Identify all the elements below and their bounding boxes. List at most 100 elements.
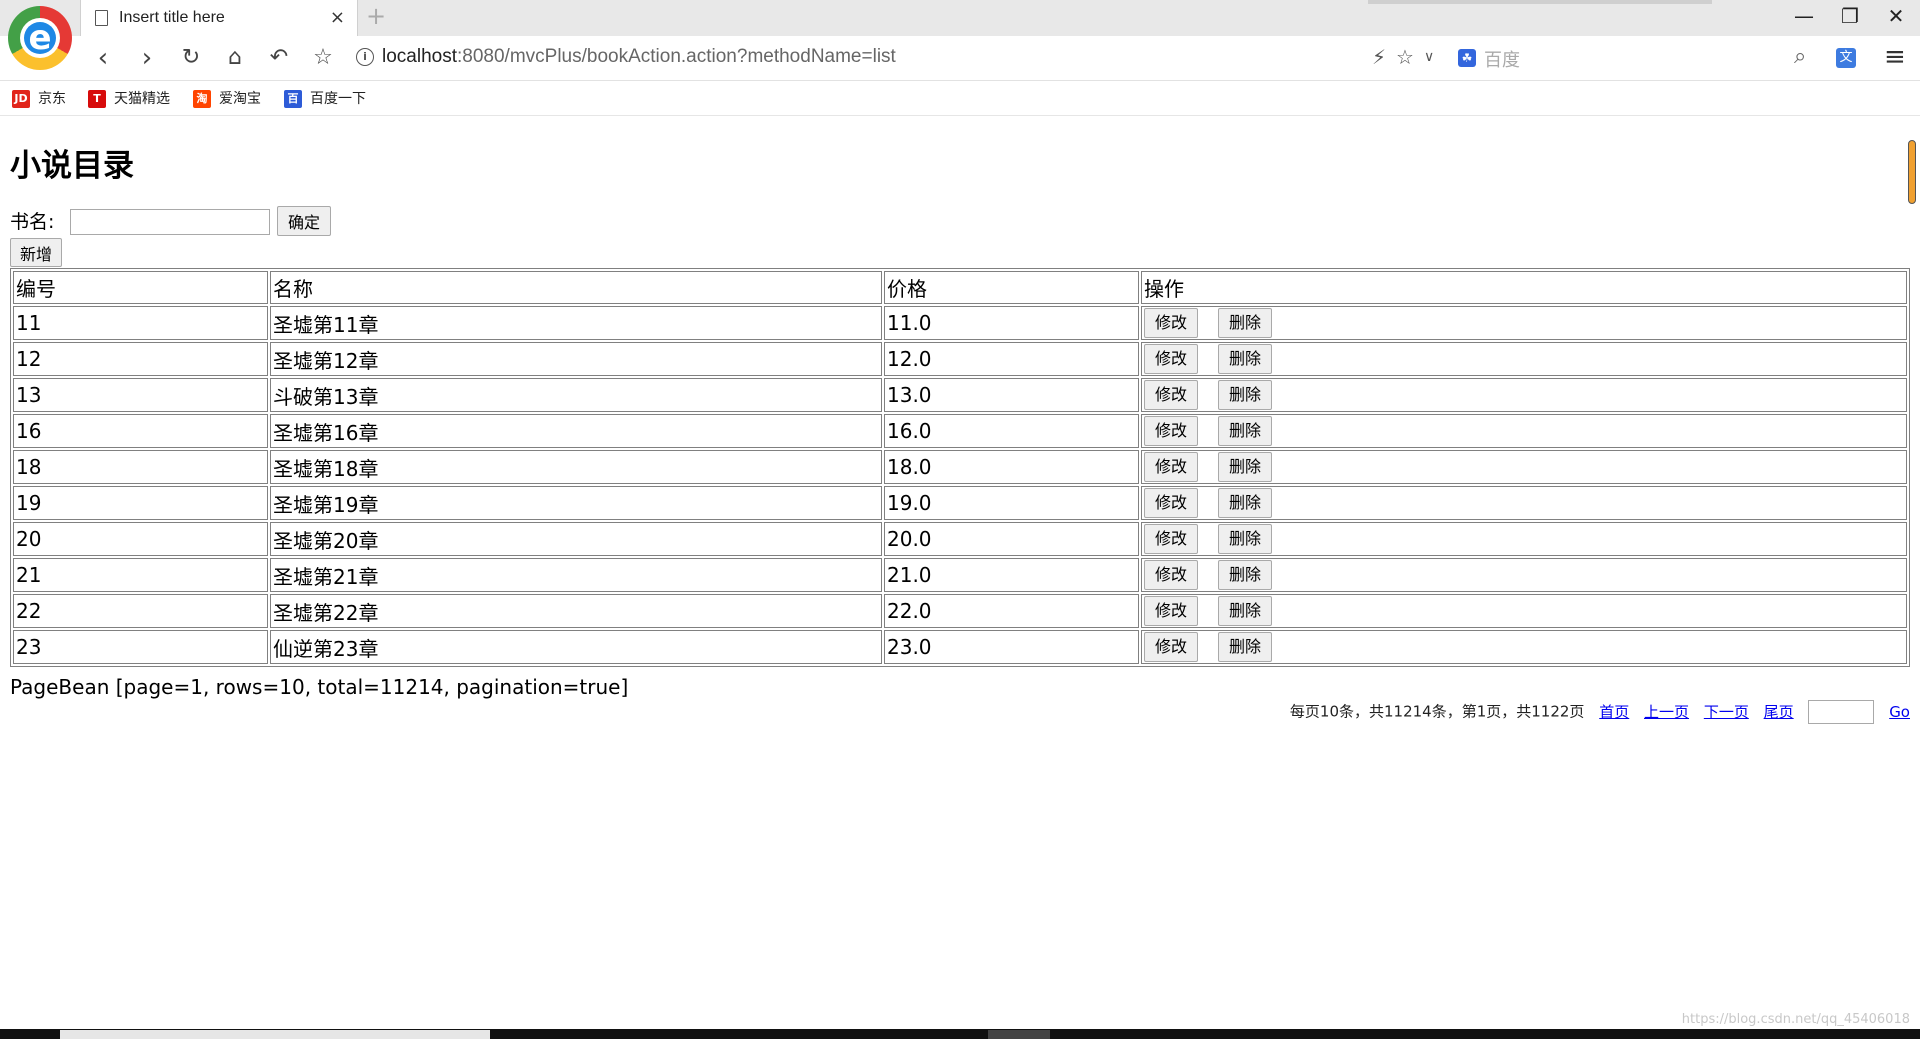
cell-id: 13 (13, 378, 268, 412)
bookmark-star-icon[interactable]: ☆ (1396, 45, 1414, 69)
edit-button[interactable]: 修改 (1144, 560, 1199, 590)
edit-button[interactable]: 修改 (1144, 524, 1199, 554)
pagination-summary: 每页10条，共11214条，第1页，共1122页 (1289, 702, 1585, 721)
chevron-down-icon[interactable]: ∨ (1424, 49, 1434, 65)
cell-actions: 修改 删除 (1141, 414, 1907, 448)
page-number-input[interactable] (1808, 700, 1875, 724)
navigation-bar: ‹ › ↻ ⌂ ↶ ☆ i localhost:8080/mvcPlus/boo… (0, 36, 1920, 81)
translate-icon[interactable]: 文 (1836, 48, 1856, 68)
reload-icon[interactable]: ↻ (174, 44, 208, 72)
bookmark-baidu[interactable]: 百百度一下 (284, 88, 366, 108)
table-body: 11 圣墟第11章 11.0 修改 删除 12 圣墟第12章 12.0 修改 删除 13 斗破第13章… (13, 306, 1907, 664)
book-name-label: 书名: (10, 211, 55, 233)
page-content: 小说目录 书名: 确定 新增 编号 名称 价格 操作 11 圣墟第11章 11.0 修… (0, 116, 1920, 1029)
table-row: 11 圣墟第11章 11.0 修改 删除 (13, 306, 1907, 340)
table-row: 12 圣墟第12章 12.0 修改 删除 (13, 342, 1907, 376)
table-row: 19 圣墟第19章 19.0 修改 删除 (13, 486, 1907, 520)
prev-page-link[interactable]: 上一页 (1644, 703, 1689, 721)
delete-button[interactable]: 删除 (1218, 308, 1273, 338)
cell-id: 20 (13, 522, 268, 556)
book-name-input[interactable] (70, 209, 270, 235)
table-row: 20 圣墟第20章 20.0 修改 删除 (13, 522, 1907, 556)
logo-letter: e (28, 18, 52, 58)
delete-button[interactable]: 删除 (1218, 488, 1273, 518)
go-link[interactable]: Go (1889, 703, 1910, 721)
browser-tab[interactable]: Insert title here × (80, 0, 358, 36)
edit-button[interactable]: 修改 (1144, 596, 1199, 626)
cell-actions: 修改 删除 (1141, 522, 1907, 556)
cell-price: 22.0 (884, 594, 1139, 628)
close-window-button[interactable]: ✕ (1876, 4, 1916, 28)
delete-button[interactable]: 删除 (1218, 524, 1273, 554)
last-page-link[interactable]: 尾页 (1764, 703, 1794, 721)
cell-actions: 修改 删除 (1141, 558, 1907, 592)
edit-button[interactable]: 修改 (1144, 452, 1199, 482)
baidu-icon: 百 (284, 90, 302, 108)
delete-button[interactable]: 删除 (1218, 632, 1273, 662)
header-price: 价格 (884, 271, 1139, 304)
edit-button[interactable]: 修改 (1144, 308, 1199, 338)
minimize-button[interactable]: — (1784, 4, 1824, 28)
cell-name: 圣墟第22章 (270, 594, 882, 628)
delete-button[interactable]: 删除 (1218, 596, 1273, 626)
edit-button[interactable]: 修改 (1144, 380, 1199, 410)
confirm-button[interactable]: 确定 (277, 206, 331, 236)
undo-icon[interactable]: ↶ (262, 44, 296, 72)
menu-icon[interactable]: ≡ (1884, 42, 1906, 72)
cell-name: 圣墟第20章 (270, 522, 882, 556)
address-bar[interactable]: localhost:8080/mvcPlus/bookAction.action… (382, 46, 896, 68)
header-actions: 操作 (1141, 271, 1907, 304)
search-engine-input[interactable]: 百度 (1484, 46, 1520, 72)
home-icon[interactable]: ⌂ (218, 44, 252, 72)
cell-id: 16 (13, 414, 268, 448)
forward-icon[interactable]: › (130, 44, 164, 72)
cell-price: 12.0 (884, 342, 1139, 376)
cell-price: 11.0 (884, 306, 1139, 340)
page-icon (95, 10, 108, 26)
taobao-icon: 淘 (193, 90, 211, 108)
lightning-icon[interactable]: ⚡ (1372, 45, 1386, 69)
bookmark-tmall[interactable]: T 天猫精选 (88, 88, 170, 108)
delete-button[interactable]: 删除 (1218, 452, 1273, 482)
restore-button[interactable]: ❐ (1830, 4, 1870, 28)
edit-button[interactable]: 修改 (1144, 488, 1199, 518)
taskbar-app[interactable] (60, 1030, 490, 1039)
table-row: 18 圣墟第18章 18.0 修改 删除 (13, 450, 1907, 484)
url-path: :8080/mvcPlus/bookAction.action?methodNa… (457, 46, 896, 67)
first-page-link[interactable]: 首页 (1599, 703, 1629, 721)
cell-price: 23.0 (884, 630, 1139, 664)
edit-button[interactable]: 修改 (1144, 344, 1199, 374)
cell-name: 圣墟第12章 (270, 342, 882, 376)
cell-id: 18 (13, 450, 268, 484)
edit-button[interactable]: 修改 (1144, 416, 1199, 446)
bookmark-label: 京东 (38, 91, 66, 107)
search-icon[interactable]: ⌕ (1794, 44, 1806, 69)
taskbar-app[interactable] (988, 1030, 1050, 1039)
table-row: 13 斗破第13章 13.0 修改 删除 (13, 378, 1907, 412)
scrollbar-thumb[interactable] (1908, 140, 1916, 204)
taskbar (0, 1029, 1920, 1039)
delete-button[interactable]: 删除 (1218, 560, 1273, 590)
edit-button[interactable]: 修改 (1144, 632, 1199, 662)
next-page-link[interactable]: 下一页 (1704, 703, 1749, 721)
delete-button[interactable]: 删除 (1218, 344, 1273, 374)
cell-id: 23 (13, 630, 268, 664)
site-info-icon[interactable]: i (356, 48, 374, 66)
cell-id: 21 (13, 558, 268, 592)
cell-actions: 修改 删除 (1141, 594, 1907, 628)
cell-price: 19.0 (884, 486, 1139, 520)
delete-button[interactable]: 删除 (1218, 380, 1273, 410)
tab-close-icon[interactable]: × (330, 7, 345, 28)
back-icon[interactable]: ‹ (86, 44, 120, 72)
favorite-star-icon[interactable]: ☆ (306, 44, 340, 72)
pagebean-text: PageBean [page=1, rows=10, total=11214, … (10, 675, 629, 699)
cell-id: 22 (13, 594, 268, 628)
add-book-button[interactable]: 新增 (10, 238, 62, 267)
cell-name: 斗破第13章 (270, 378, 882, 412)
new-tab-button[interactable]: + (366, 2, 386, 30)
bookmark-jd[interactable]: JD 京东 (12, 88, 66, 108)
cell-actions: 修改 删除 (1141, 630, 1907, 664)
page-title: 小说目录 (10, 148, 134, 184)
bookmark-taobao[interactable]: 淘爱淘宝 (193, 88, 261, 108)
delete-button[interactable]: 删除 (1218, 416, 1273, 446)
